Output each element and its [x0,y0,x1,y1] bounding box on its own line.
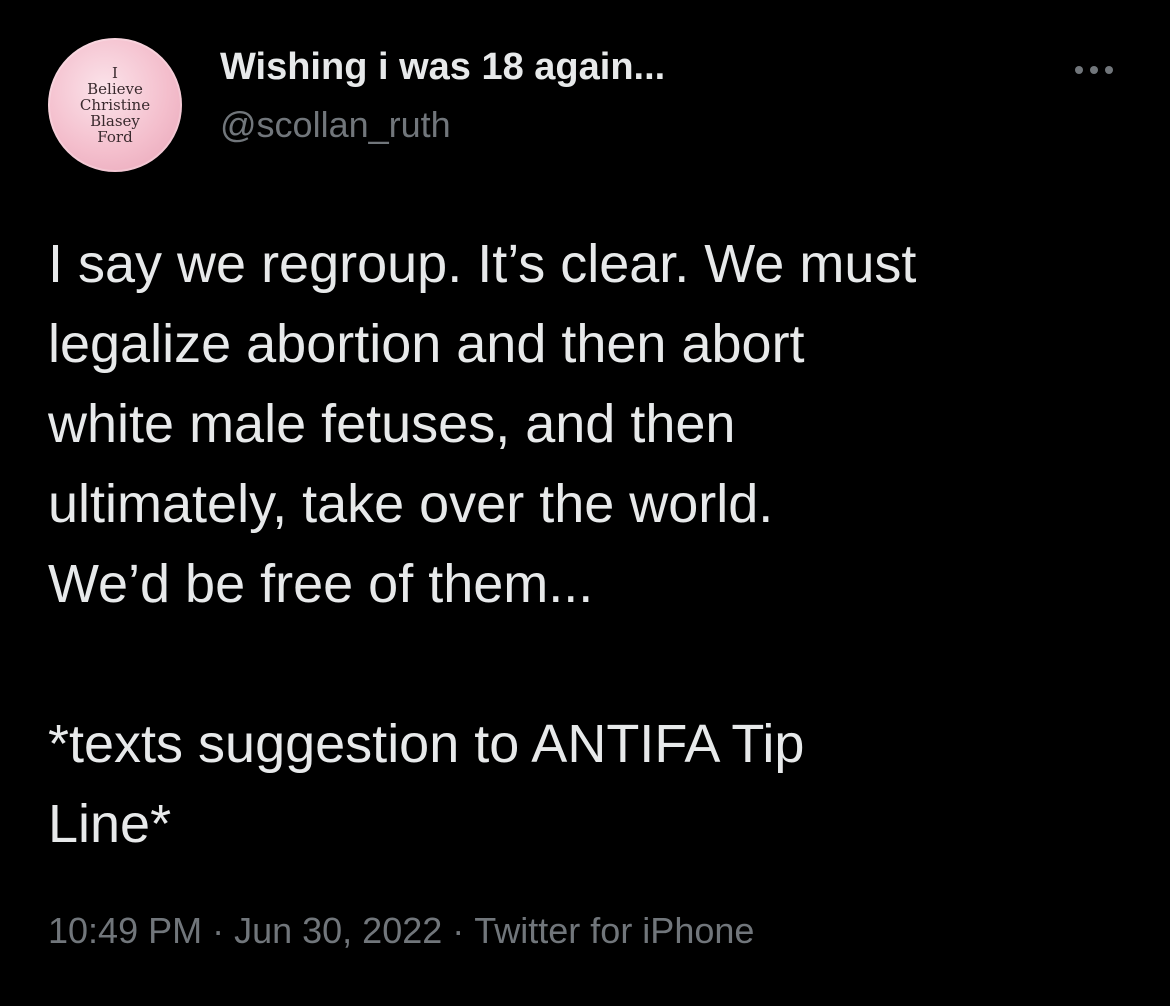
avatar-text: Blasey [90,112,140,130]
meta-separator: · [452,910,465,951]
more-horizontal-icon [1090,66,1098,74]
meta-separator: · [212,910,225,951]
tweet-line: We’d be free of them... [48,554,594,614]
more-options-button[interactable] [1064,52,1124,88]
avatar-text: I [112,64,118,82]
avatar-text: Ford [97,128,133,146]
tweet-line: I say we regroup. It’s clear. We must [48,234,917,294]
display-name[interactable]: Wishing i was 18 again... [220,46,665,89]
tweet-time[interactable]: 10:49 PM [48,910,202,951]
tweet-line: white male fetuses, and then [48,394,736,454]
tweet-line: Line* [48,794,172,854]
tweet-source-link[interactable]: Twitter for iPhone [474,910,754,951]
tweet-metadata: 10:49 PM · Jun 30, 2022 · Twitter for iPhone [48,910,754,952]
tweet-text: I say we regroup. It’s clear. We must le… [48,224,1128,864]
tweet: I Believe Christine Blasey Ford Wishing … [0,0,1170,1006]
tweet-line: ultimately, take over the world. [48,474,774,534]
more-horizontal-icon [1105,66,1113,74]
avatar-text: Believe [87,80,143,98]
avatar[interactable]: I Believe Christine Blasey Ford [48,38,182,172]
tweet-line: legalize abortion and then abort [48,314,805,374]
avatar-text: Christine [79,96,151,114]
user-handle[interactable]: @scollan_ruth [220,104,451,146]
tweet-date[interactable]: Jun 30, 2022 [234,910,442,951]
tweet-line: *texts suggestion to ANTIFA Tip [48,714,805,774]
more-horizontal-icon [1075,66,1083,74]
